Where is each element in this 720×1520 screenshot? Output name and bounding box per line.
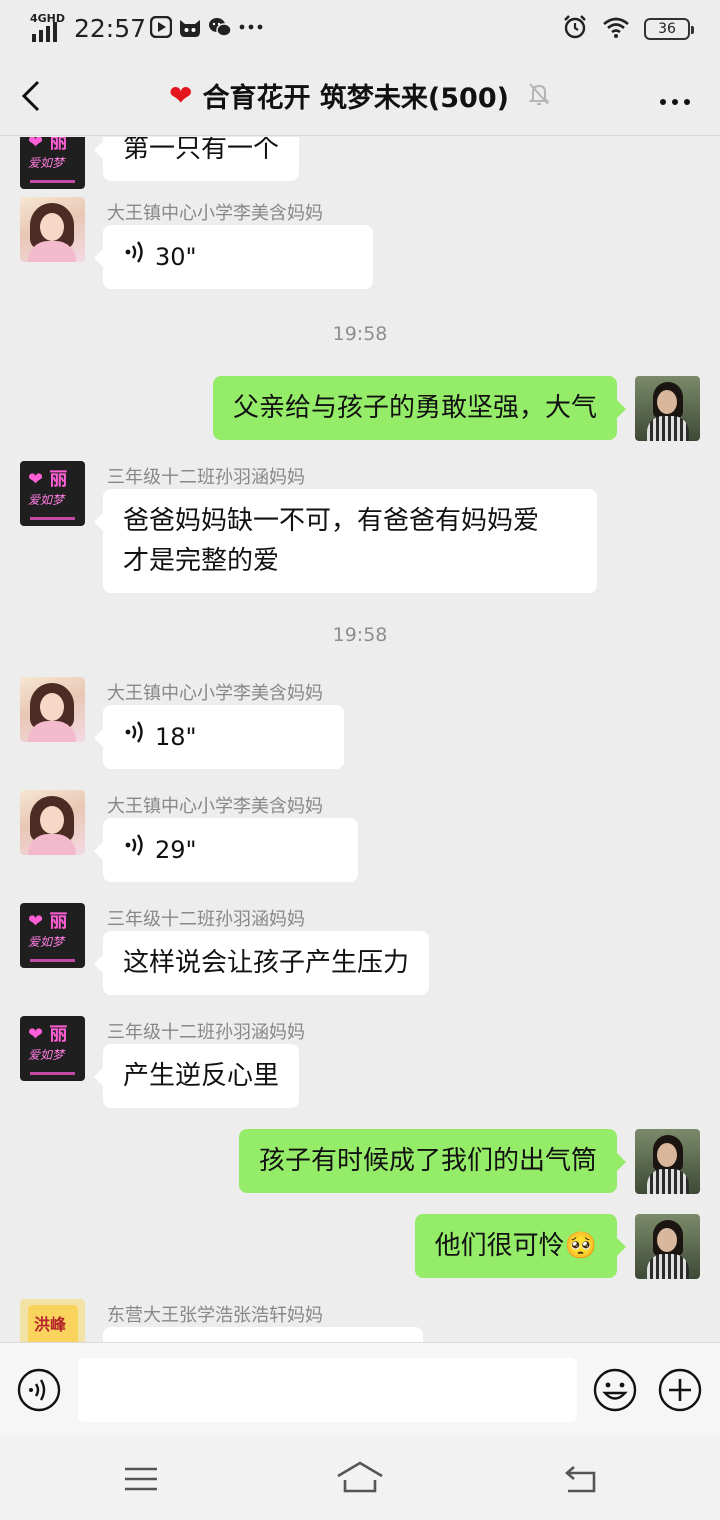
- wechat-icon: [208, 16, 232, 42]
- wechat-group-chat-screen: 4GHD 22:57 36 ❤ 合育花开 筑梦未来(500) ❤ 丽 爱如梦 第…: [0, 0, 720, 1520]
- avatar[interactable]: [20, 790, 85, 855]
- chat-header: ❤ 合育花开 筑梦未来(500): [0, 56, 720, 136]
- message-bubble[interactable]: 这样说会让孩子产生压力: [93, 931, 430, 995]
- status-time: 22:57: [74, 14, 147, 43]
- emoji-icon[interactable]: [593, 1368, 637, 1416]
- home-icon[interactable]: [336, 1460, 384, 1498]
- message-text-line: 才是完整的爱: [123, 546, 280, 576]
- sender-name: 大王镇中心小学李美含妈妈: [107, 683, 323, 704]
- pleading-face-emoji: 🥺: [564, 1231, 597, 1261]
- plus-icon[interactable]: [658, 1368, 702, 1416]
- signal-bars-icon: [32, 22, 57, 42]
- chat-title[interactable]: 合育花开 筑梦未来(500): [203, 76, 509, 115]
- bell-off-icon: [527, 81, 551, 111]
- title-area: ❤ 合育花开 筑梦未来(500): [0, 76, 720, 115]
- input-bar: [0, 1342, 720, 1436]
- voice-input-icon[interactable]: [17, 1368, 61, 1416]
- voice-message-bubble[interactable]: 30": [94, 225, 373, 289]
- avatar[interactable]: 洪峰: [20, 1299, 85, 1342]
- message-bubble[interactable]: 父亲给与孩子的勇敢坚强，大气: [212, 376, 627, 440]
- avatar[interactable]: ❤ 丽 爱如梦: [20, 137, 85, 189]
- message-bubble[interactable]: 他们很可怜🥺: [414, 1214, 627, 1278]
- sender-name: 大王镇中心小学李美含妈妈: [107, 203, 323, 224]
- voice-duration: 29": [155, 836, 197, 864]
- alarm-icon: [562, 14, 588, 44]
- message-bubble[interactable]: 爸爸妈妈缺一不可，有爸爸有妈妈爱 才是完整的爱: [94, 489, 597, 593]
- sender-name: 东营大王张学浩张浩轩妈妈: [107, 1305, 323, 1326]
- wifi-icon: [602, 15, 630, 43]
- avatar[interactable]: ❤ 丽 爱如梦: [20, 461, 85, 526]
- message-text-line: 爸爸妈妈缺一不可，有爸爸有妈妈爱: [123, 506, 540, 536]
- message-list[interactable]: ❤ 丽 爱如梦 第一只有一个 大王镇中心小学李美含妈妈 30" 19:58 父亲…: [0, 137, 720, 1342]
- sender-name: 三年级十二班孙羽涵妈妈: [107, 467, 305, 488]
- avatar[interactable]: [20, 677, 85, 742]
- message-text: 产生逆反心里: [123, 1061, 280, 1091]
- voice-message-bubble[interactable]: 29": [94, 818, 358, 882]
- voice-duration: 30": [155, 243, 197, 271]
- cat-app-icon: [178, 16, 202, 42]
- voice-wave-icon: [123, 237, 147, 277]
- back-icon[interactable]: [560, 1464, 600, 1498]
- battery-indicator: 36: [644, 18, 694, 40]
- menu-icon[interactable]: [123, 1466, 159, 1496]
- voice-duration: 18": [155, 723, 197, 751]
- video-app-icon: [149, 15, 173, 42]
- sender-name: 三年级十二班孙羽涵妈妈: [107, 909, 305, 930]
- more-dots-icon: [238, 16, 264, 42]
- timestamp-separator: 19:58: [332, 624, 388, 646]
- system-nav-bar: [0, 1436, 720, 1520]
- status-bar: 4GHD 22:57 36: [0, 0, 720, 56]
- message-text: 第一只有一个: [123, 137, 280, 164]
- message-bubble[interactable]: [103, 1327, 423, 1342]
- voice-message-bubble[interactable]: 18": [94, 705, 344, 769]
- message-text: 孩子有时候成了我们的出气筒: [258, 1146, 597, 1176]
- avatar[interactable]: ❤ 丽 爱如梦: [20, 903, 85, 968]
- avatar[interactable]: [635, 376, 700, 441]
- more-options-button[interactable]: [658, 92, 692, 111]
- voice-wave-icon: [123, 717, 147, 757]
- message-bubble[interactable]: 产生逆反心里: [93, 1044, 300, 1108]
- network-indicator: 4GHD: [30, 12, 68, 42]
- avatar[interactable]: [635, 1129, 700, 1194]
- timestamp-separator: 19:58: [332, 323, 388, 345]
- status-right-group: 36: [562, 14, 694, 44]
- message-text: 这样说会让孩子产生压力: [123, 948, 410, 978]
- message-bubble[interactable]: 第一只有一个: [93, 137, 300, 181]
- sender-name: 大王镇中心小学李美含妈妈: [107, 796, 323, 817]
- sender-name: 三年级十二班孙羽涵妈妈: [107, 1022, 305, 1043]
- avatar[interactable]: [635, 1214, 700, 1279]
- message-text: 他们很可怜: [434, 1231, 565, 1261]
- message-input[interactable]: [78, 1358, 577, 1422]
- message-text: 父亲给与孩子的勇敢坚强，大气: [232, 393, 597, 423]
- avatar[interactable]: ❤ 丽 爱如梦: [20, 1016, 85, 1081]
- voice-wave-icon: [123, 830, 147, 870]
- avatar[interactable]: [20, 197, 85, 262]
- message-bubble[interactable]: 孩子有时候成了我们的出气筒: [238, 1129, 627, 1193]
- status-app-icons: [149, 15, 264, 42]
- heart-icon: ❤: [169, 78, 193, 112]
